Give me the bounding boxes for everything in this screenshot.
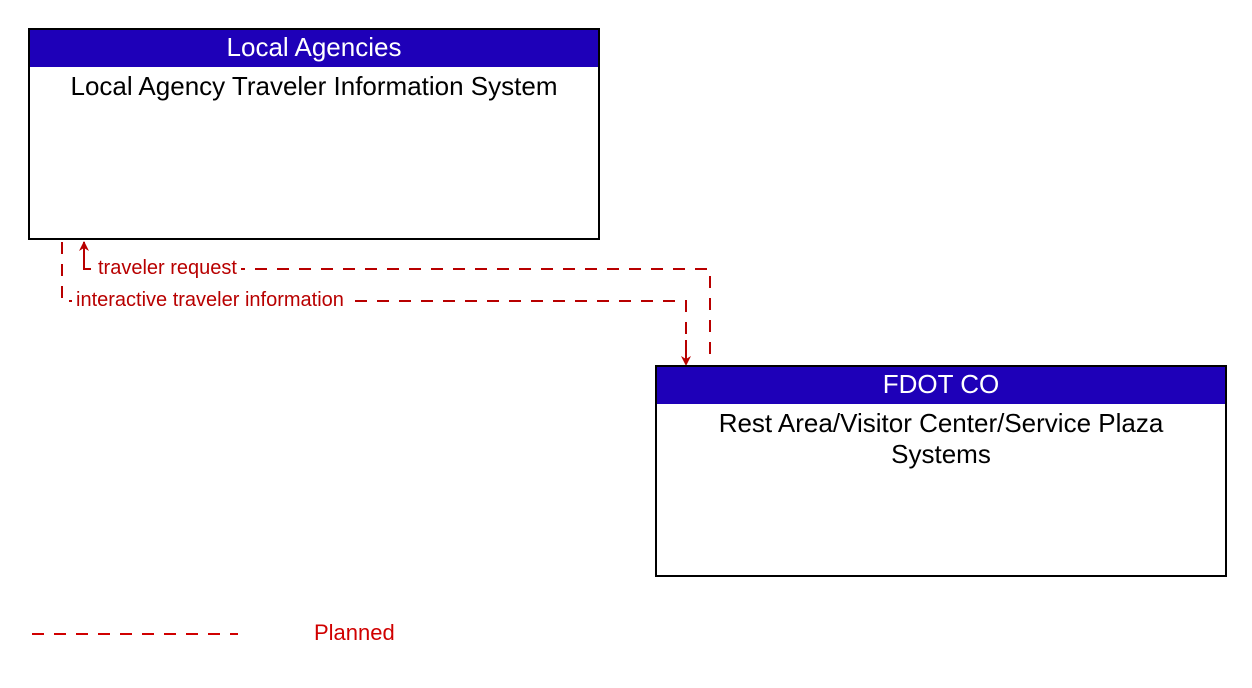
node-fdot-co-body: Rest Area/Visitor Center/Service Plaza S… [657,404,1225,474]
node-local-agencies: Local Agencies Local Agency Traveler Inf… [28,28,600,240]
node-fdot-co-header: FDOT CO [657,367,1225,404]
node-local-agencies-header: Local Agencies [30,30,598,67]
node-local-agencies-body: Local Agency Traveler Information System [30,67,598,106]
node-fdot-co: FDOT CO Rest Area/Visitor Center/Service… [655,365,1227,577]
legend-planned-label: Planned [314,620,395,646]
label-interactive-info: interactive traveler information [72,289,348,312]
label-traveler-request: traveler request [94,257,241,280]
